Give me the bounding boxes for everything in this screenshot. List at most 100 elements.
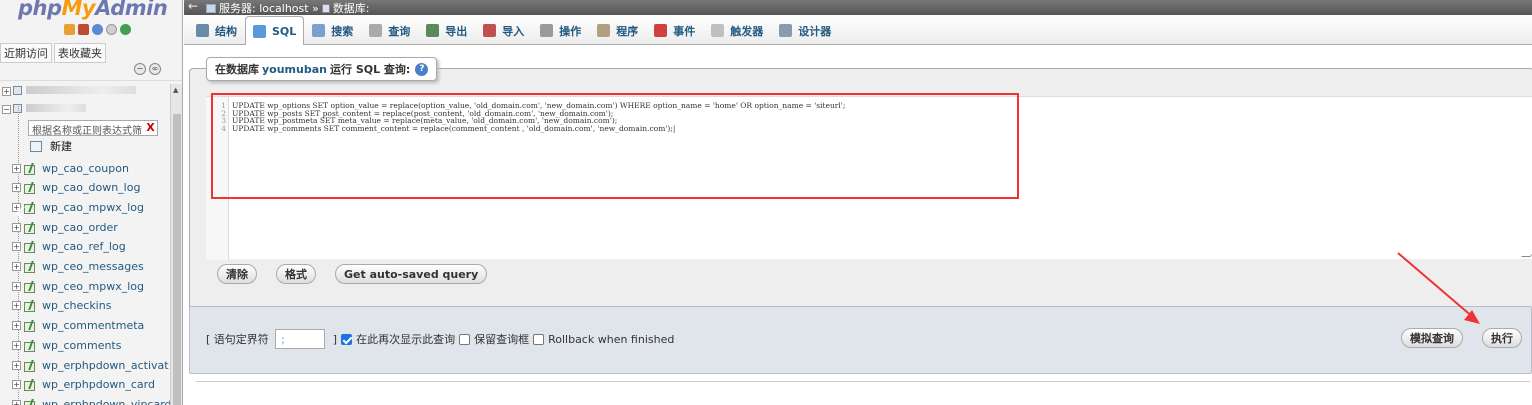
table-name[interactable]: wp_cao_mpwx_log — [42, 201, 144, 214]
help-icon[interactable]: ? — [415, 62, 429, 76]
table-name[interactable]: wp_ceo_mpwx_log — [42, 280, 144, 293]
table-item[interactable]: + wp_cao_ref_log — [12, 238, 126, 256]
table-name[interactable]: wp_erphpdown_activat — [42, 359, 169, 372]
expand-icon[interactable]: + — [2, 87, 11, 96]
settings-icon[interactable] — [106, 24, 117, 35]
annotation-arrow — [1397, 252, 1480, 324]
show-again-label[interactable]: 在此再次显示此查询 — [356, 331, 455, 347]
nav-back-arrow-icon[interactable] — [14, 206, 28, 224]
docs-icon[interactable] — [92, 24, 103, 35]
breadcrumb: 服务器: localhost » 数据库: — [206, 0, 370, 16]
tab-label: 触发器 — [730, 24, 764, 38]
tab-routines[interactable]: 程序 — [589, 16, 646, 44]
delimiter-label: [ 语句定界符 — [206, 333, 269, 346]
retain-box-label[interactable]: 保留查询框 — [474, 331, 529, 347]
logout-icon[interactable] — [78, 24, 89, 35]
query-icon — [369, 24, 383, 37]
nav-scrollbar[interactable]: ▲ — [170, 84, 182, 405]
back-arrow-icon[interactable]: ← — [188, 0, 198, 13]
table-name[interactable]: wp_cao_down_log — [42, 181, 140, 194]
recent-tab[interactable]: 近期访问 — [0, 43, 52, 63]
tab-triggers[interactable]: 触发器 — [703, 16, 771, 44]
get-autosaved-query-button[interactable]: Get auto-saved query — [335, 264, 488, 284]
table-item[interactable]: + wp_ceo_messages — [12, 258, 144, 276]
favorites-tab[interactable]: 表收藏夹 — [54, 43, 106, 63]
expand-icon[interactable]: + — [12, 262, 21, 271]
expand-icon[interactable]: + — [12, 183, 21, 193]
tab-import[interactable]: 导入 — [475, 16, 532, 44]
expand-icon[interactable]: + — [12, 281, 21, 291]
tab-query[interactable]: 查询 — [361, 16, 418, 44]
link-with-main-icon[interactable]: ∞ — [149, 63, 161, 75]
structure-icon — [196, 24, 209, 37]
tab-label: SQL — [272, 24, 297, 38]
retain-box-checkbox[interactable] — [459, 333, 471, 345]
nav-scroll-thumb[interactable] — [173, 114, 181, 405]
tab-designer[interactable]: 设计器 — [771, 16, 839, 44]
expand-icon[interactable]: + — [12, 301, 21, 311]
table-name[interactable]: wp_comments — [42, 339, 121, 352]
table-item[interactable]: + wp_erphpdown_activat — [12, 356, 169, 374]
table-name[interactable]: wp_cao_order — [42, 221, 118, 234]
expand-icon[interactable]: + — [12, 360, 21, 370]
table-filter-input[interactable]: 根据名称或正则表达式筛 — [28, 120, 158, 136]
tab-sql[interactable]: SQL — [245, 16, 305, 45]
legend-database[interactable]: youmuban — [262, 63, 327, 76]
rollback-label[interactable]: Rollback when finished — [548, 333, 674, 346]
table-icon — [24, 399, 38, 405]
collapse-icon[interactable]: − — [2, 105, 11, 114]
scroll-up-icon[interactable]: ▲ — [173, 86, 178, 94]
expand-icon[interactable]: + — [12, 380, 21, 390]
expand-icon[interactable]: + — [12, 321, 21, 331]
reload-icon[interactable] — [120, 24, 131, 35]
rollback-checkbox[interactable] — [533, 333, 545, 345]
tab-export[interactable]: 导出 — [418, 16, 475, 44]
expand-icon[interactable]: + — [12, 242, 21, 252]
table-name[interactable]: wp_ceo_messages — [42, 260, 144, 273]
show-again-checkbox[interactable] — [341, 333, 353, 345]
delimiter-input[interactable] — [274, 329, 325, 349]
clear-filter-button[interactable]: X — [143, 120, 158, 136]
export-icon — [426, 24, 440, 37]
tab-events[interactable]: 事件 — [646, 16, 703, 44]
table-item[interactable]: + wp_commentmeta — [12, 317, 144, 335]
table-name[interactable]: wp_cao_ref_log — [42, 240, 126, 253]
tab-search[interactable]: 搜索 — [304, 16, 361, 44]
table-item[interactable]: + wp_cao_mpwx_log — [12, 198, 144, 216]
arrow-shaft — [1397, 252, 1475, 319]
table-item[interactable]: + wp_ceo_mpwx_log — [12, 277, 144, 295]
table-name[interactable]: wp_checkins — [42, 299, 111, 312]
query-options-panel: [ 语句定界符 ] 在此再次显示此查询 保留查询框 Rollback when … — [189, 306, 1532, 374]
table-name[interactable]: wp_erphpdown_vipcard — [42, 398, 172, 405]
clear-button[interactable]: 清除 — [217, 264, 257, 284]
db-row-hidden-2[interactable]: − — [2, 104, 86, 115]
phpmyadmin-logo[interactable]: phpMyAdmin — [18, 0, 168, 20]
collapse-all-icon[interactable]: − — [134, 63, 146, 75]
expand-icon[interactable]: + — [12, 399, 21, 405]
expand-icon[interactable]: + — [12, 163, 21, 173]
designer-icon — [779, 24, 793, 37]
breadcrumb-server[interactable]: 服务器: localhost » — [219, 0, 319, 16]
new-table-link[interactable]: 新建 — [14, 138, 72, 154]
table-item[interactable]: + wp_cao_coupon — [12, 159, 129, 177]
table-name[interactable]: wp_commentmeta — [42, 319, 144, 332]
home-icon[interactable] — [64, 24, 75, 35]
tab-label: 导入 — [502, 24, 525, 38]
format-button[interactable]: 格式 — [276, 264, 316, 284]
expand-icon[interactable]: + — [12, 340, 21, 350]
table-name[interactable]: wp_erphpdown_card — [42, 378, 155, 391]
tree-divider — [0, 80, 182, 81]
table-item[interactable]: + wp_cao_down_log — [12, 179, 140, 197]
table-name[interactable]: wp_cao_coupon — [42, 162, 129, 175]
database-icon — [13, 86, 22, 95]
tab-operations[interactable]: 操作 — [532, 16, 589, 44]
table-item[interactable]: + wp_checkins — [12, 297, 111, 315]
tab-structure[interactable]: 结构 — [188, 16, 245, 44]
table-item[interactable]: + wp_erphpdown_card — [12, 376, 155, 394]
annotation-highlight-box — [211, 93, 1019, 199]
table-item[interactable]: + wp_comments — [12, 336, 121, 354]
table-item[interactable]: + wp_erphpdown_vipcard — [12, 395, 172, 405]
db-row-hidden-1[interactable]: + — [2, 86, 136, 97]
legend-suffix: 运行 SQL 查询: — [329, 63, 411, 76]
breadcrumb-database[interactable]: 数据库: — [333, 0, 370, 16]
